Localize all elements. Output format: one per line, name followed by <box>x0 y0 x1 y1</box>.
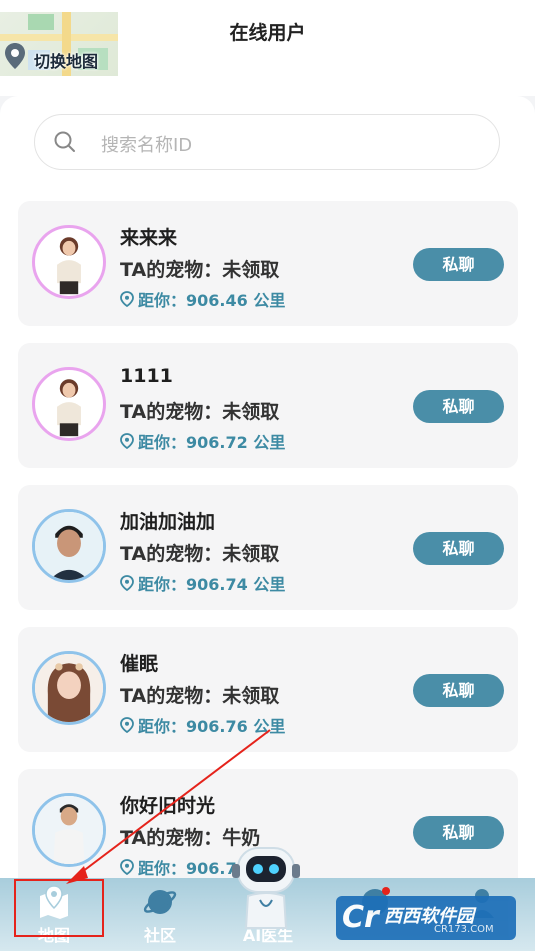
highlight-box <box>14 879 104 937</box>
user-name: 来来来 <box>120 227 178 249</box>
top-bar: 切换地图 在线用户 <box>0 0 535 96</box>
location-icon <box>120 575 134 591</box>
user-pet: TA的宠物：未领取 <box>120 259 280 281</box>
user-name: 1111 <box>120 365 173 387</box>
distance-text: 距你：906.76 公里 <box>138 717 286 736</box>
avatar[interactable] <box>32 651 106 725</box>
planet-icon <box>143 890 177 914</box>
private-chat-button[interactable]: 私聊 <box>413 248 504 281</box>
woman-avatar-icon <box>57 237 81 295</box>
search-input[interactable]: 搜索名称ID <box>34 114 500 170</box>
location-icon <box>120 717 134 733</box>
avatar[interactable] <box>32 367 106 441</box>
user-card[interactable]: 加油加油加 TA的宠物：未领取 距你：906.74 公里 私聊 <box>18 485 518 610</box>
location-icon <box>120 291 134 307</box>
tab-label: 社区 <box>143 926 176 945</box>
tab-community[interactable]: 社区 <box>110 878 210 951</box>
private-chat-button[interactable]: 私聊 <box>413 816 504 849</box>
location-icon <box>120 433 134 449</box>
user-name: 加油加油加 <box>120 511 216 533</box>
distance-text: 距你：906.7 <box>138 859 237 878</box>
distance-text: 距你：906.46 公里 <box>138 291 286 310</box>
avatar[interactable] <box>32 225 106 299</box>
avatar[interactable] <box>32 509 106 583</box>
user-pet: TA的宠物：未领取 <box>120 685 280 707</box>
user-card[interactable]: 来来来 TA的宠物：未领取 距你：906.46 公里 私聊 <box>18 201 518 326</box>
search-placeholder: 搜索名称ID <box>101 135 193 156</box>
distance-text: 距你：906.74 公里 <box>138 575 286 594</box>
user-pet: TA的宠物：未领取 <box>120 543 280 565</box>
user-distance: 距你：906.74 公里 <box>120 571 285 595</box>
page-title: 在线用户 <box>229 22 306 44</box>
user-name: 你好旧时光 <box>120 795 216 817</box>
location-pin-icon <box>5 43 25 69</box>
search-icon <box>54 131 75 152</box>
robot-icon[interactable] <box>230 840 302 930</box>
user-distance: 距你：906.72 公里 <box>120 429 285 453</box>
user-distance: 距你：906.76 公里 <box>120 713 285 737</box>
woman-avatar-icon <box>57 379 81 437</box>
private-chat-button[interactable]: 私聊 <box>413 532 504 565</box>
watermark-logo: Cr <box>342 900 379 935</box>
user-pet: TA的宠物：未领取 <box>120 401 280 423</box>
user-distance: 距你：906.7 <box>120 855 237 879</box>
man-avatar-icon <box>35 512 103 580</box>
man-avatar-icon <box>35 796 103 864</box>
distance-text: 距你：906.72 公里 <box>138 433 286 452</box>
location-icon <box>120 859 134 875</box>
private-chat-button[interactable]: 私聊 <box>413 390 504 423</box>
girl-avatar-icon <box>35 654 103 722</box>
user-name: 催眠 <box>120 653 159 675</box>
map-switch-label: 切换地图 <box>34 52 99 71</box>
user-card[interactable]: 催眠 TA的宠物：未领取 距你：906.76 公里 私聊 <box>18 627 518 752</box>
user-distance: 距你：906.46 公里 <box>120 287 285 311</box>
private-chat-button[interactable]: 私聊 <box>413 674 504 707</box>
watermark: Cr 西西软件园 CR173.COM <box>336 896 516 940</box>
user-card[interactable]: 1111 TA的宠物：未领取 距你：906.72 公里 私聊 <box>18 343 518 468</box>
avatar[interactable] <box>32 793 106 867</box>
watermark-domain: CR173.COM <box>434 924 494 935</box>
